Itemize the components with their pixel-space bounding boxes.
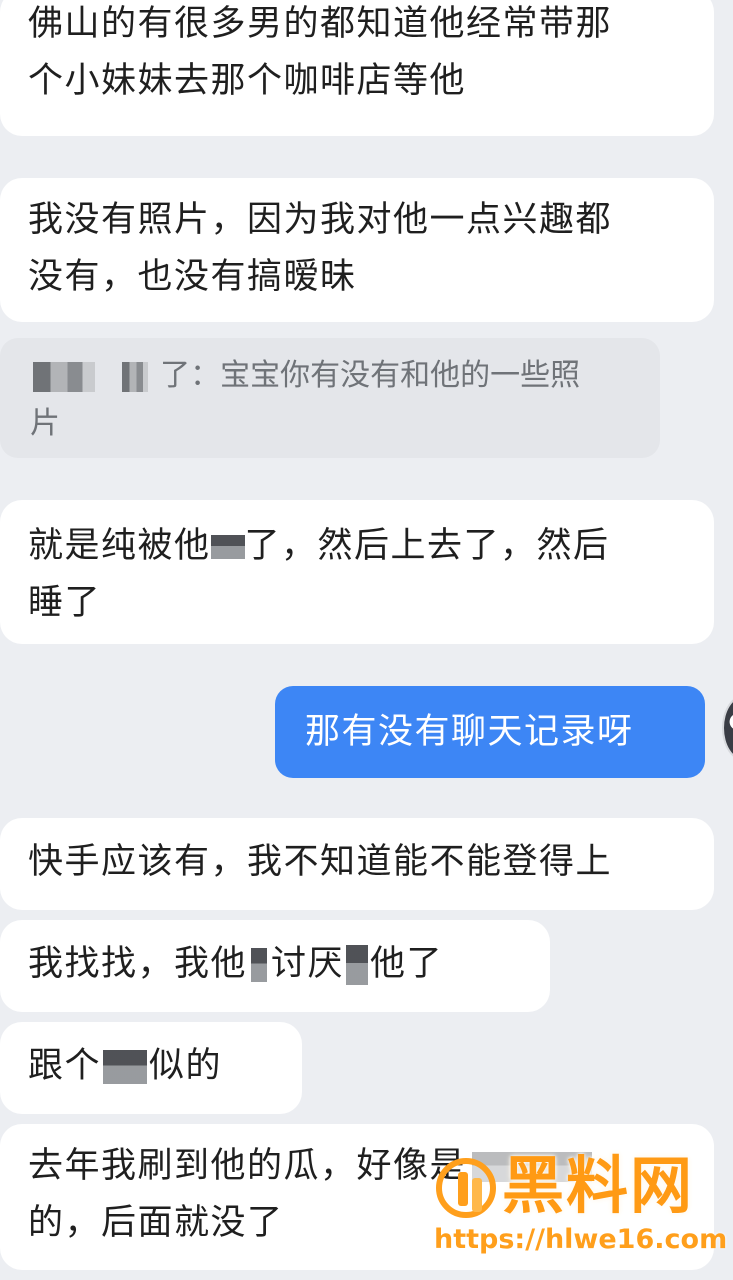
quote-line-2: 片	[30, 406, 60, 441]
message-1-line-1: 佛山的有很多男的都知道他经常带那	[28, 4, 613, 44]
site-watermark: 黑料网 https://hlwe16.com	[430, 1150, 730, 1260]
message-6-part-2: 似的	[149, 1046, 223, 1086]
message-1-line-2: 个小妹妹去那个咖啡店等他	[28, 61, 467, 101]
message-3-line-1: 就是纯被他 了，然后上去了，然后	[28, 518, 686, 575]
quote-line-1: 了：宝宝你有没有和他的一些照	[30, 352, 630, 400]
message-3-line-2: 睡了	[28, 583, 102, 623]
redacted-char-1	[251, 948, 268, 982]
watermark-title: 黑料网	[502, 1149, 695, 1222]
message-bubble-2[interactable]: 我没有照片，因为我对他一点兴趣都 没有，也没有搞暧昧	[0, 178, 714, 322]
message-5-part-2: 讨厌	[271, 944, 345, 984]
message-5-part-1: 我找找，我他	[28, 944, 248, 984]
redacted-word	[210, 535, 245, 559]
message-3-part-1: 就是纯被他	[28, 526, 211, 566]
quote-text: 了：宝宝你有没有和他的一些照	[160, 358, 581, 393]
redacted-sender-name	[33, 361, 95, 392]
message-6-part-1: 跟个	[28, 1046, 102, 1086]
watermark-url: https://hlwe16.com	[434, 1224, 728, 1255]
user-avatar[interactable]	[722, 695, 733, 761]
message-bubble-5[interactable]: 我找找，我他 讨厌 他了	[0, 920, 550, 1012]
sent-message-text: 那有没有聊天记录呀	[305, 712, 634, 752]
message-5-part-3: 他了	[370, 944, 444, 984]
message-7-part-1: 去年我刷到他的瓜，好像是	[28, 1146, 467, 1186]
quoted-reply[interactable]: 了：宝宝你有没有和他的一些照 片	[0, 338, 660, 458]
message-2-line-1: 我没有照片，因为我对他一点兴趣都	[28, 200, 613, 240]
redacted-sender-name-2	[121, 361, 148, 392]
message-2-line-2: 没有，也没有搞暧昧	[28, 257, 357, 297]
message-3-part-2: 了，然后上去了，然后	[244, 526, 610, 566]
watermark-logo-icon	[436, 1158, 496, 1218]
sent-message-bubble[interactable]: 那有没有聊天记录呀	[275, 686, 705, 778]
redacted-char-2	[346, 945, 369, 985]
message-bubble-3[interactable]: 就是纯被他 了，然后上去了，然后睡了	[0, 500, 714, 644]
message-bubble-4[interactable]: 快手应该有，我不知道能不能登得上	[0, 818, 714, 910]
message-bubble-6[interactable]: 跟个 似的	[0, 1022, 302, 1114]
redacted-word-2	[103, 1050, 148, 1084]
chat-thread: 佛山的有很多男的都知道他经常带那 个小妹妹去那个咖啡店等他 我没有照片，因为我对他…	[0, 0, 733, 1280]
message-bubble-1[interactable]: 佛山的有很多男的都知道他经常带那 个小妹妹去那个咖啡店等他	[0, 0, 714, 136]
message-4-text: 快手应该有，我不知道能不能登得上	[28, 842, 613, 882]
